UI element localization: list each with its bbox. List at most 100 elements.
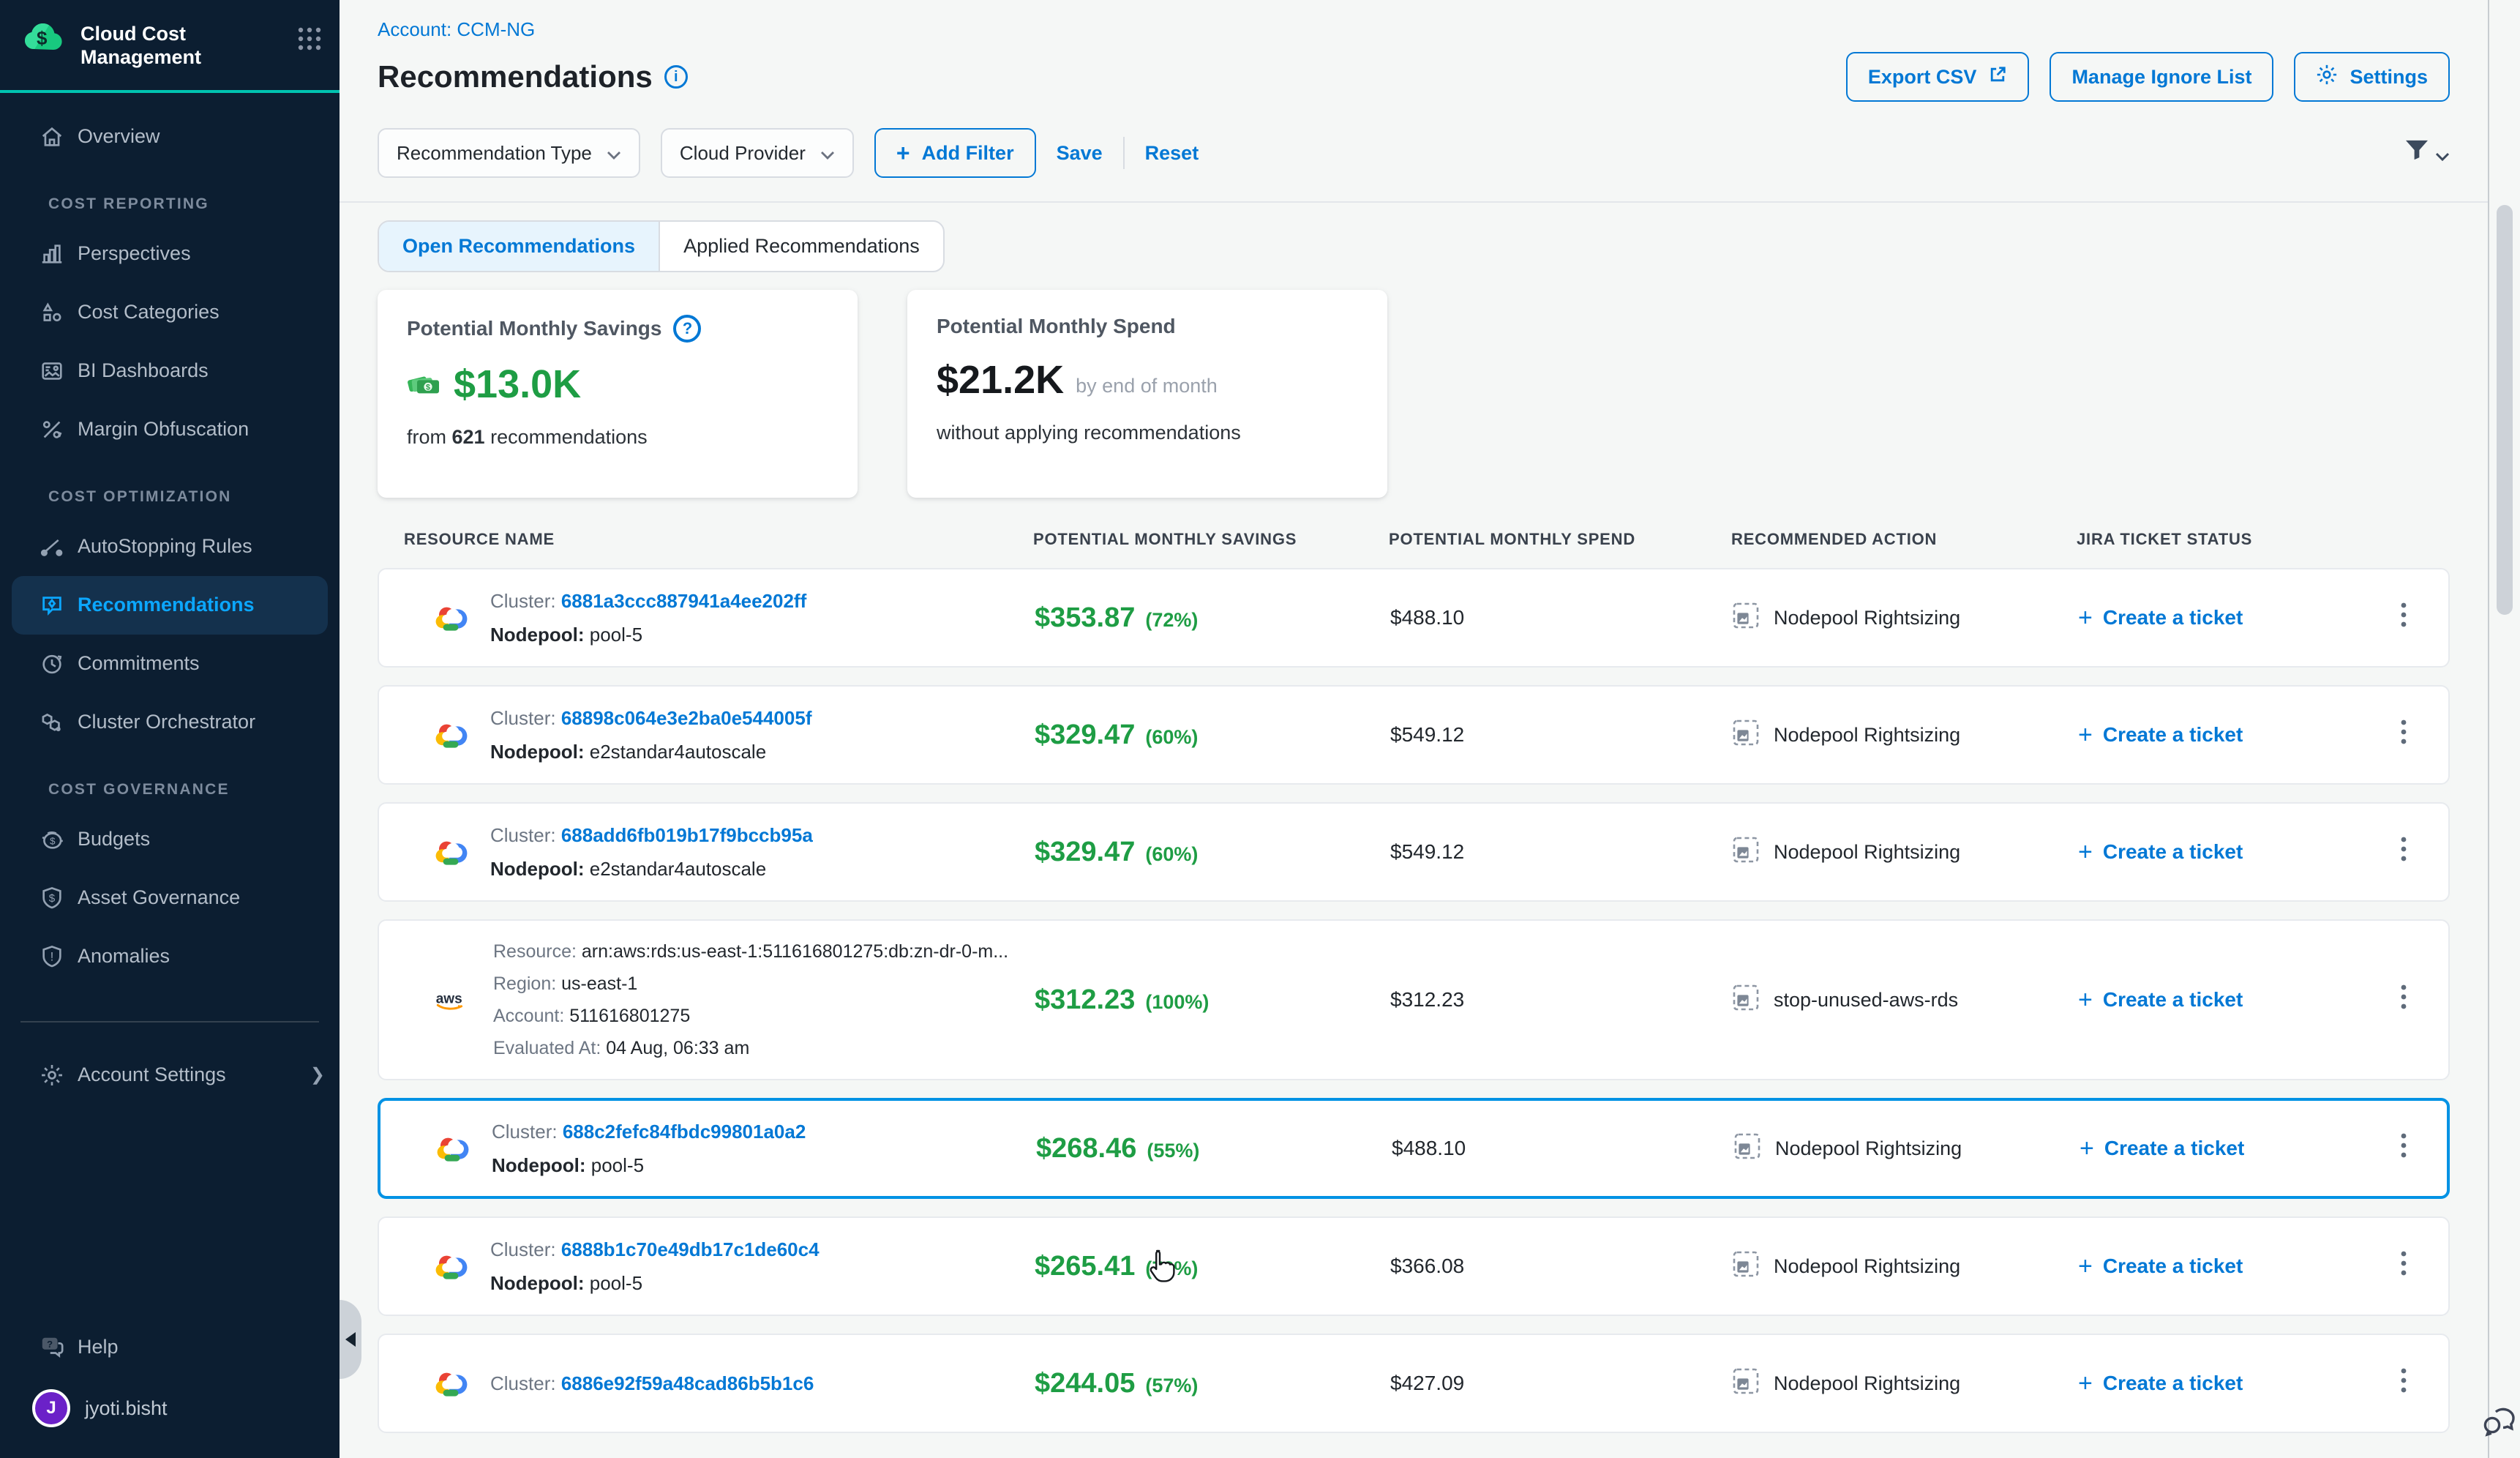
help-circle-icon[interactable]: ? xyxy=(673,315,701,343)
perspectives-icon xyxy=(40,242,64,266)
budgets-icon: $ xyxy=(40,827,64,852)
cluster-link[interactable]: 6886e92f59a48cad86b5b1c6 xyxy=(561,1372,814,1394)
cloud-provider-dropdown[interactable]: Cloud Provider xyxy=(661,128,854,178)
sidebar-item-cost-categories[interactable]: Cost Categories xyxy=(0,283,340,342)
filter-panel-toggle[interactable] xyxy=(2404,139,2450,167)
col-jira-ticket-status: JIRA TICKET STATUS xyxy=(2077,530,2358,549)
rightsizing-icon xyxy=(1734,1133,1760,1164)
sidebar-item-asset-governance[interactable]: $Asset Governance xyxy=(0,869,340,927)
resource-name-cell: Cluster: 6888b1c70e49db17c1de60c4Nodepoo… xyxy=(379,1219,1035,1314)
sidebar-item-account-settings[interactable]: Account Settings❯ xyxy=(0,1046,340,1104)
user-menu[interactable]: J jyoti.bisht xyxy=(0,1376,340,1440)
scrollbar-thumb[interactable] xyxy=(2497,205,2513,615)
potential-monthly-savings-value: $268.46(55%) xyxy=(1036,1133,1392,1164)
row-menu-button[interactable] xyxy=(2392,1124,2415,1173)
recommendation-type-dropdown[interactable]: Recommendation Type xyxy=(378,128,640,178)
create-ticket-link[interactable]: +Create a ticket xyxy=(2078,721,2359,749)
ccm-logo-icon: $ xyxy=(22,19,66,60)
sidebar-item-margin-obfuscation[interactable]: Margin Obfuscation xyxy=(0,400,340,459)
create-ticket-link[interactable]: +Create a ticket xyxy=(2078,838,2359,867)
spend-value: $21.2K xyxy=(937,357,1064,403)
divider xyxy=(1123,137,1125,169)
settings-button[interactable]: Settings xyxy=(2294,52,2450,102)
cluster-link[interactable]: 68898c064e3e2ba0e544005f xyxy=(561,707,812,729)
sidebar-item-commitments[interactable]: Commitments xyxy=(0,635,340,693)
tab-open-recommendations[interactable]: Open Recommendations xyxy=(379,222,660,271)
table-row[interactable]: Cluster: 688add6fb019b17f9bccb95aNodepoo… xyxy=(378,802,2450,902)
potential-monthly-spend-value: $312.23 xyxy=(1390,988,1733,1012)
svg-text:$: $ xyxy=(37,27,48,49)
add-filter-button[interactable]: + Add Filter xyxy=(874,128,1036,178)
resource-name-cell: Cluster: 688c2fefc84fbdc99801a0a2Nodepoo… xyxy=(380,1101,1036,1196)
resource-name-cell: aws Resource: arn:aws:rds:us-east-1:5116… xyxy=(379,921,1035,1079)
table-row[interactable]: aws Resource: arn:aws:rds:us-east-1:5116… xyxy=(378,919,2450,1080)
sidebar-item-cluster-orchestrator[interactable]: Cluster Orchestrator xyxy=(0,693,340,752)
info-icon[interactable]: i xyxy=(664,65,688,89)
table-row[interactable]: Cluster: 6888b1c70e49db17c1de60c4Nodepoo… xyxy=(378,1216,2450,1316)
table-row[interactable]: Cluster: 68898c064e3e2ba0e544005fNodepoo… xyxy=(378,685,2450,785)
row-menu-button[interactable] xyxy=(2392,975,2415,1025)
create-ticket-link[interactable]: +Create a ticket xyxy=(2078,604,2359,632)
cluster-link[interactable]: 688add6fb019b17f9bccb95a xyxy=(561,824,813,846)
sidebar-item-budgets[interactable]: $Budgets xyxy=(0,810,340,869)
resource-name-cell: Cluster: 688add6fb019b17f9bccb95aNodepoo… xyxy=(379,804,1035,900)
potential-monthly-spend-value: $488.10 xyxy=(1390,606,1733,629)
collapse-arrow-icon xyxy=(345,1332,356,1347)
sidebar-nav: Overview COST REPORTINGPerspectivesCost C… xyxy=(0,93,340,1317)
cluster-link[interactable]: 688c2fefc84fbdc99801a0a2 xyxy=(563,1121,806,1143)
chevron-down-icon xyxy=(607,142,621,165)
reset-filter-link[interactable]: Reset xyxy=(1145,142,1199,165)
resource-value: pool-5 xyxy=(591,1154,644,1176)
create-ticket-link[interactable]: +Create a ticket xyxy=(2078,986,2359,1014)
tab-applied-recommendations[interactable]: Applied Recommendations xyxy=(660,222,943,271)
resource-value: 04 Aug, 06:33 am xyxy=(606,1038,749,1058)
scrollbar-track[interactable] xyxy=(2488,0,2520,1458)
manage-ignore-list-button[interactable]: Manage Ignore List xyxy=(2050,52,2273,102)
sidebar-item-recommendations[interactable]: Recommendations xyxy=(12,576,328,635)
sidebar-item-perspectives[interactable]: Perspectives xyxy=(0,225,340,283)
anomalies-icon: ! xyxy=(40,944,64,969)
gcp-icon xyxy=(435,603,470,632)
app-grid-icon[interactable] xyxy=(297,19,322,57)
potential-monthly-spend-value: $427.09 xyxy=(1390,1372,1733,1395)
sidebar-section-header: COST REPORTING xyxy=(0,195,340,225)
recommended-action-cell: Nodepool Rightsizing xyxy=(1734,1133,2080,1164)
row-menu-button[interactable] xyxy=(2392,827,2415,877)
save-filter-link[interactable]: Save xyxy=(1057,142,1103,165)
breadcrumb[interactable]: Account: CCM-NG xyxy=(378,18,535,41)
sidebar-item-help[interactable]: ? Help xyxy=(0,1317,340,1376)
potential-monthly-savings-value: $312.23(100%) xyxy=(1035,984,1390,1016)
row-menu-button[interactable] xyxy=(2392,710,2415,760)
col-resource-name: RESOURCE NAME xyxy=(378,530,1033,549)
recommended-action-cell: Nodepool Rightsizing xyxy=(1733,1251,2078,1282)
sidebar-item-anomalies[interactable]: !Anomalies xyxy=(0,927,340,986)
sidebar-collapse-handle[interactable] xyxy=(340,1300,361,1379)
sidebar-item-overview[interactable]: Overview xyxy=(0,108,340,166)
col-potential-monthly-savings: POTENTIAL MONTHLY SAVINGS xyxy=(1033,530,1389,549)
row-menu-button[interactable] xyxy=(2392,1241,2415,1291)
export-csv-button[interactable]: Export CSV xyxy=(1846,52,2030,102)
spend-caption: without applying recommendations xyxy=(937,422,1358,444)
support-chat-icon[interactable] xyxy=(2482,1405,2517,1443)
asset-governance-icon: $ xyxy=(40,886,64,911)
table-row[interactable]: Cluster: 6881a3ccc887941a4ee202ffNodepoo… xyxy=(378,568,2450,668)
create-ticket-link[interactable]: +Create a ticket xyxy=(2078,1252,2359,1281)
plus-icon: + xyxy=(2080,1134,2094,1163)
sidebar-item-autostopping-rules[interactable]: AutoStopping Rules xyxy=(0,517,340,576)
filter-bar: Recommendation Type Cloud Provider + Add… xyxy=(340,108,2488,203)
recommended-action-cell: Nodepool Rightsizing xyxy=(1733,1368,2078,1399)
row-menu-button[interactable] xyxy=(2392,1358,2415,1408)
user-name: jyoti.bisht xyxy=(85,1397,168,1420)
cluster-link[interactable]: 6888b1c70e49db17c1de60c4 xyxy=(561,1238,820,1260)
table-row[interactable]: Cluster: 688c2fefc84fbdc99801a0a2Nodepoo… xyxy=(378,1098,2450,1199)
create-ticket-link[interactable]: +Create a ticket xyxy=(2078,1369,2359,1398)
app-title: Cloud Cost Management xyxy=(80,19,253,70)
sidebar-header: $ Cloud Cost Management xyxy=(0,0,340,93)
table-row[interactable]: Cluster: 6886e92f59a48cad86b5b1c6 $244.0… xyxy=(378,1334,2450,1433)
sidebar-item-bi-dashboards[interactable]: BI Dashboards xyxy=(0,342,340,400)
recommended-action-cell: Nodepool Rightsizing xyxy=(1733,719,2078,751)
create-ticket-link[interactable]: +Create a ticket xyxy=(2080,1134,2360,1163)
savings-value: $13.0K xyxy=(454,362,581,407)
cluster-link[interactable]: 6881a3ccc887941a4ee202ff xyxy=(561,590,806,612)
row-menu-button[interactable] xyxy=(2392,593,2415,643)
